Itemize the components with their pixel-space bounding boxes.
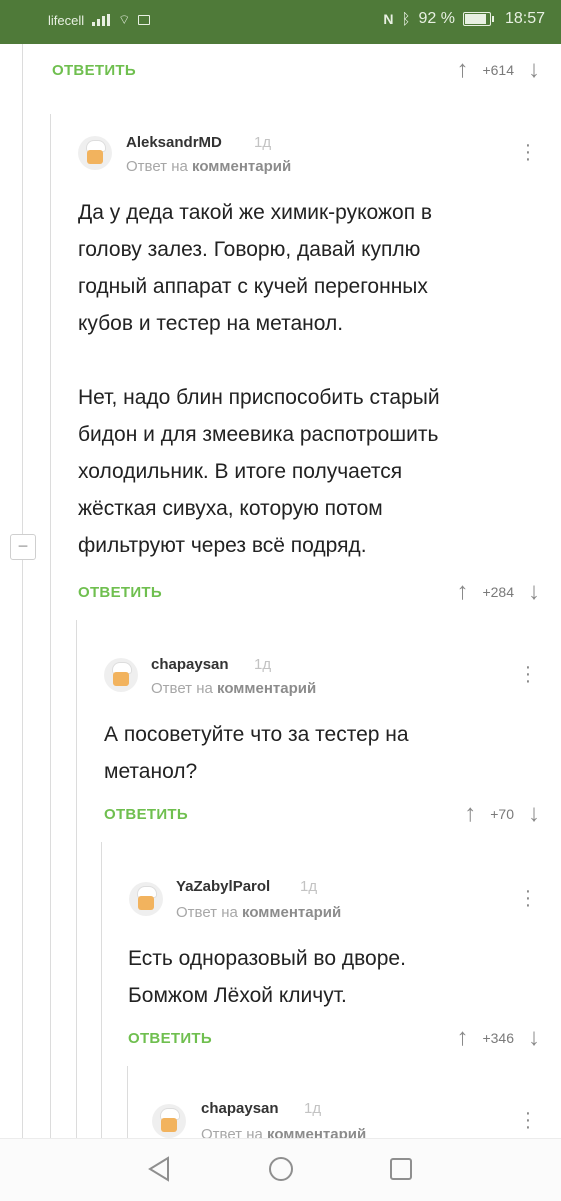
wifi-icon: ⌔	[118, 12, 131, 27]
comment-time: 1д	[304, 1100, 322, 1117]
nfc-icon: N	[383, 11, 394, 27]
comments-area[interactable]: − ОТВЕТИТЬ ↑ +614 ↓ AleksandrMD 1д Ответ…	[0, 44, 561, 1138]
status-bar: lifecell ⌔ N ᛒ 92 % 18:57	[0, 0, 561, 44]
carrier-label: lifecell	[48, 12, 85, 28]
comment-author[interactable]: chapaysan	[201, 1100, 279, 1117]
reply-to-label: Ответ на комментарий	[201, 1126, 366, 1138]
home-icon[interactable]	[267, 1155, 295, 1183]
comment: chapaysan 1д Ответ на комментарий · · ·	[0, 44, 561, 1138]
battery-icon	[462, 12, 494, 26]
more-options-icon[interactable]: · · ·	[524, 1103, 532, 1137]
bluetooth-icon: ᛒ	[401, 10, 411, 28]
recent-apps-icon[interactable]	[388, 1155, 414, 1183]
system-navigation-bar	[0, 1138, 561, 1201]
battery-percent: 92 %	[418, 10, 455, 27]
back-icon[interactable]	[146, 1155, 172, 1183]
avatar[interactable]	[152, 1104, 186, 1138]
reply-target-link[interactable]: комментарий	[267, 1126, 366, 1138]
clock: 18:57	[504, 10, 545, 27]
signal-icon	[92, 14, 111, 26]
screen-icon	[138, 15, 151, 25]
